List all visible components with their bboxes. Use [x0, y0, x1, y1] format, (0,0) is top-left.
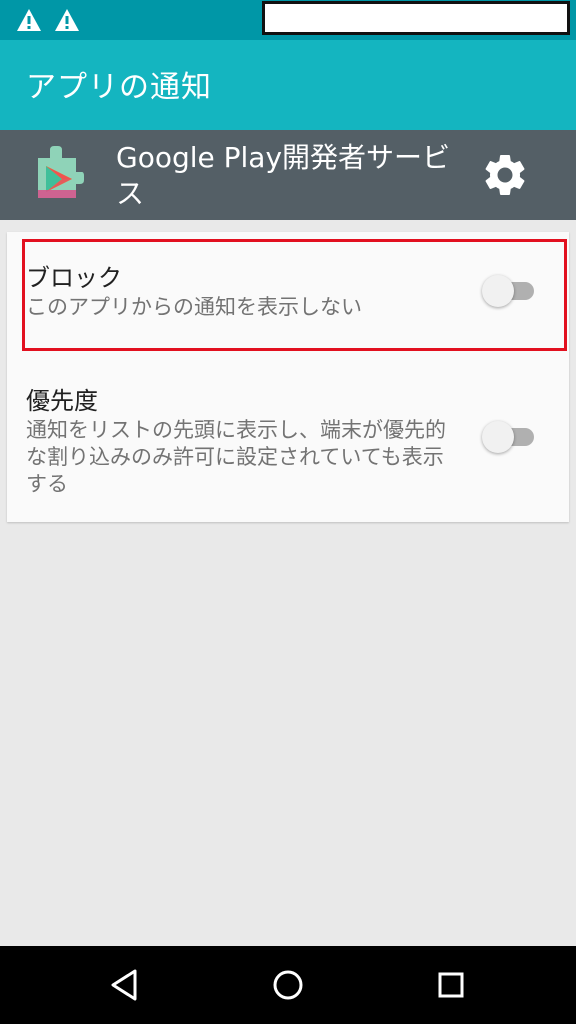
google-play-services-icon	[32, 146, 84, 204]
warning-icon	[16, 8, 42, 32]
warning-icon	[54, 8, 80, 32]
status-bar	[0, 0, 576, 40]
toggle-thumb	[482, 421, 514, 453]
setting-title: ブロック	[26, 264, 122, 292]
navigation-bar	[0, 946, 576, 1024]
settings-card: ブロック このアプリからの通知を表示しない 優先度 通知をリストの先頭に表示し、…	[7, 232, 569, 522]
block-setting-row[interactable]: ブロック このアプリからの通知を表示しない	[7, 232, 569, 352]
setting-subtitle: 通知をリストの先頭に表示し、端末が優先的な割り込みのみ許可に設定されていても表示…	[26, 418, 446, 496]
setting-subtitle: このアプリからの通知を表示しない	[26, 295, 362, 319]
toggle-thumb	[482, 275, 514, 307]
priority-setting-row[interactable]: 優先度 通知をリストの先頭に表示し、端末が優先的な割り込みのみ許可に設定されてい…	[7, 367, 569, 522]
recents-icon[interactable]	[431, 965, 471, 1005]
redacted-area	[262, 1, 570, 35]
app-name: Google Play開発者サービス	[116, 141, 451, 210]
gear-icon[interactable]	[480, 150, 530, 200]
app-bar: アプリの通知	[0, 40, 576, 130]
priority-toggle[interactable]	[482, 421, 538, 453]
page-title: アプリの通知	[26, 70, 212, 105]
back-icon[interactable]	[104, 965, 144, 1005]
block-toggle[interactable]	[482, 275, 538, 307]
home-icon[interactable]	[268, 965, 308, 1005]
app-header: Google Play開発者サービス	[0, 130, 576, 220]
setting-title: 優先度	[26, 387, 98, 415]
